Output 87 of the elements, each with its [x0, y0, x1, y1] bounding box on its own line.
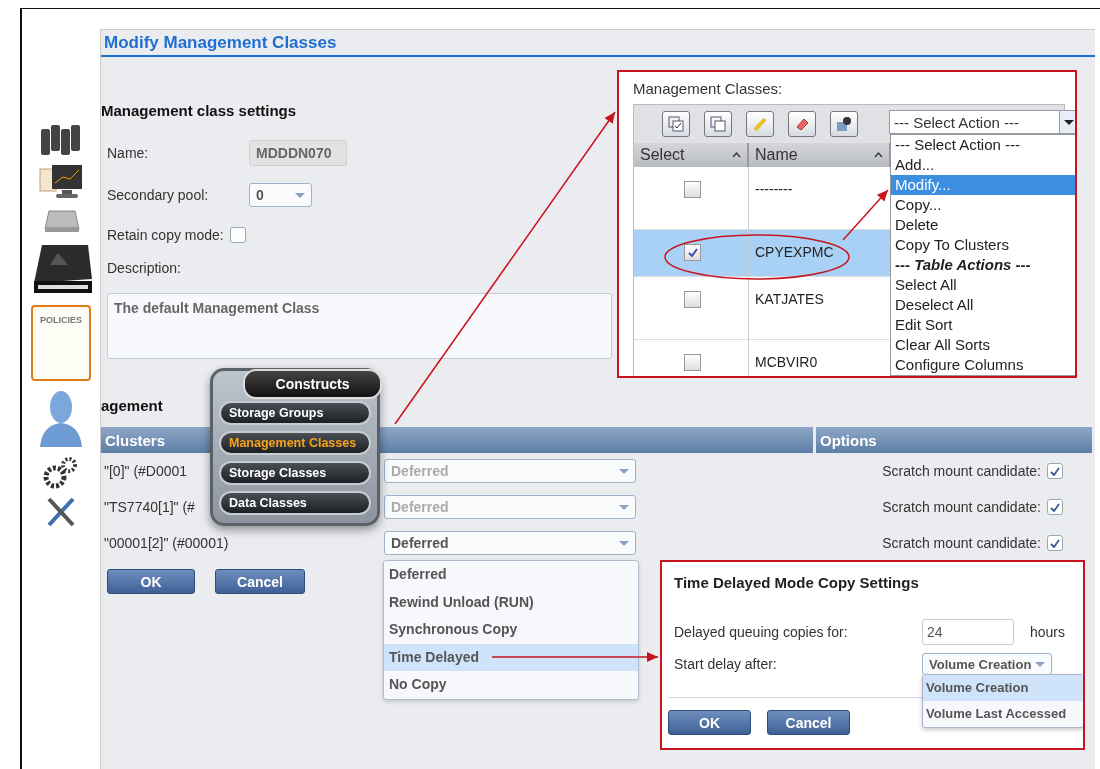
- sort-caret-icon: [732, 152, 741, 158]
- pencil-icon: [752, 116, 768, 132]
- option-checkbox[interactable]: [1047, 535, 1063, 551]
- menu-item[interactable]: Select All: [891, 275, 1075, 295]
- menu-item[interactable]: Delete: [891, 215, 1075, 235]
- option-checkbox[interactable]: [1047, 463, 1063, 479]
- description-field[interactable]: The default Management Class: [107, 293, 612, 359]
- drive-icon: [41, 207, 81, 235]
- list-option[interactable]: Volume Last Accessed: [923, 701, 1083, 727]
- erase-button[interactable]: [788, 111, 816, 137]
- sort-caret-icon: [874, 152, 883, 158]
- retain-checkbox[interactable]: [229, 227, 246, 243]
- option-label: Scratch mount candidate:: [882, 463, 1041, 479]
- menu-item[interactable]: Management Classes: [219, 431, 371, 455]
- list-option[interactable]: Volume Creation: [923, 675, 1083, 701]
- popup-title: Constructs: [243, 369, 382, 399]
- dialog-button[interactable]: OK: [107, 569, 195, 594]
- panel-title: Time Delayed Mode Copy Settings: [673, 573, 920, 591]
- menu-item[interactable]: Edit Sort: [891, 315, 1075, 335]
- field-label: Secondary pool:: [107, 187, 210, 203]
- notepad-label: POLICIES: [40, 315, 82, 325]
- field-label: Retain copy mode:: [107, 227, 224, 243]
- dialog-button[interactable]: Cancel: [215, 569, 305, 594]
- option-label: Scratch mount candidate:: [882, 535, 1041, 551]
- table-cell: MCBVIR0: [749, 340, 891, 376]
- field-label: Delayed queuing copies for:: [674, 624, 849, 640]
- page-title: Modify Management Classes: [104, 33, 337, 54]
- menu-item[interactable]: Copy To Clusters: [891, 235, 1075, 255]
- list-option[interactable]: Deferred: [384, 561, 638, 589]
- menu-item[interactable]: Storage Groups: [219, 401, 371, 425]
- dialog-button[interactable]: OK: [668, 710, 751, 735]
- table-gear-icon: [836, 116, 852, 132]
- menu-item[interactable]: Clear All Sorts: [891, 335, 1075, 355]
- start-delay-select[interactable]: Volume Creation: [922, 653, 1052, 675]
- row-checkbox[interactable]: [684, 244, 701, 261]
- section-heading: Management class settings: [101, 102, 297, 119]
- edit-button[interactable]: [746, 111, 774, 137]
- table-cell: CPYEXPMC: [749, 230, 891, 277]
- columns-settings-button[interactable]: [830, 111, 858, 137]
- row-checkbox[interactable]: [684, 354, 701, 371]
- cluster-name: "TS7740[1]" (#: [104, 499, 195, 515]
- action-select[interactable]: --- Select Action ---: [889, 110, 1075, 134]
- pointer-arrow: [842, 189, 889, 241]
- check-mark-icon: [687, 248, 698, 257]
- menu-item[interactable]: Data Classes: [219, 491, 371, 515]
- list-option[interactable]: Rewind Unload (RUN): [384, 588, 638, 616]
- check-mark-icon: [1050, 538, 1060, 548]
- dialog-button[interactable]: Cancel: [767, 710, 850, 735]
- menu-item[interactable]: --- Select Action ---: [891, 135, 1075, 155]
- column-header[interactable]: Select: [634, 143, 749, 167]
- menu-item[interactable]: Copy...: [891, 195, 1075, 215]
- section-heading: agement: [101, 397, 163, 414]
- select-all-button[interactable]: [662, 111, 690, 137]
- checked-pages-icon: [668, 116, 684, 132]
- menu-item[interactable]: Deselect All: [891, 295, 1075, 315]
- monitor-chart-icon: [38, 163, 84, 201]
- field-label: Start delay after:: [674, 656, 778, 672]
- table-cell: --------: [749, 167, 891, 230]
- table-cell: KATJATES: [749, 277, 891, 340]
- column-header[interactable]: Name: [749, 143, 891, 167]
- list-option[interactable]: Time Delayed: [384, 643, 638, 671]
- list-option[interactable]: Synchronous Copy: [384, 616, 638, 644]
- unit-label: hours: [1030, 624, 1067, 640]
- field-label: Name:: [107, 145, 150, 161]
- menu-item[interactable]: Storage Classes: [219, 461, 371, 485]
- eraser-icon: [794, 116, 810, 132]
- row-checkbox[interactable]: [684, 291, 701, 308]
- option-checkbox[interactable]: [1047, 499, 1063, 515]
- menu-item[interactable]: Configure Columns: [891, 355, 1075, 375]
- row-checkbox[interactable]: [684, 181, 701, 198]
- pages-icon: [710, 116, 726, 132]
- option-label: Scratch mount candidate:: [882, 499, 1041, 515]
- menu-group-label: --- Table Actions ---: [894, 255, 1032, 275]
- hours-field[interactable]: 24: [922, 619, 1014, 645]
- cluster-name: "[0]" (#D0001: [104, 463, 188, 479]
- check-mark-icon: [1050, 466, 1060, 476]
- copy-button[interactable]: [704, 111, 732, 137]
- field-label: Description:: [107, 260, 181, 276]
- name-field: MDDDN070: [249, 140, 347, 166]
- check-mark-icon: [1050, 502, 1060, 512]
- column-header: Options: [816, 427, 1095, 453]
- cluster-name: "00001[2]" (#00001): [104, 535, 229, 551]
- copy-mode-select[interactable]: Deferred: [384, 531, 636, 555]
- list-option[interactable]: No Copy: [384, 671, 638, 699]
- menu-item[interactable]: Add...: [891, 155, 1075, 175]
- panel-label: Management Classes:: [633, 80, 783, 97]
- pool-select[interactable]: 0: [249, 183, 312, 207]
